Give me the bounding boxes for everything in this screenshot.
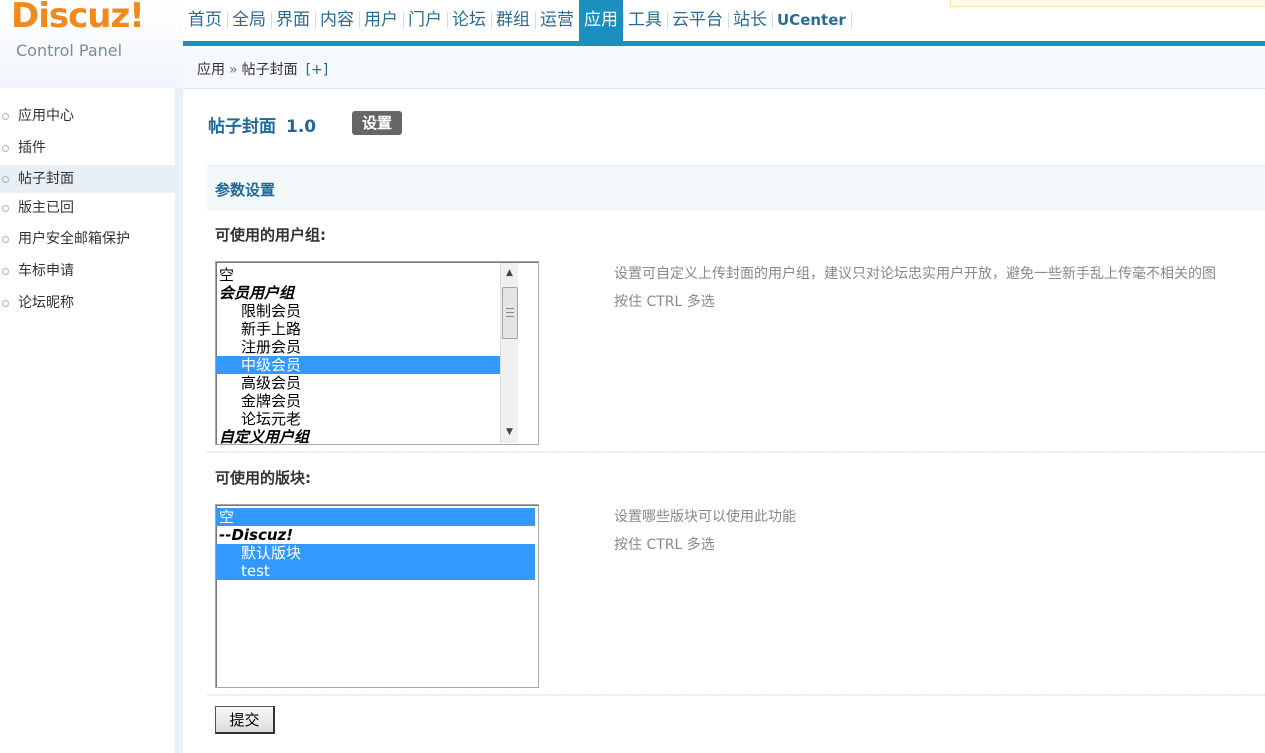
- nav-item-portal[interactable]: 门户: [403, 0, 448, 41]
- tab-settings[interactable]: 设置: [352, 111, 402, 135]
- nav-item-global[interactable]: 全局: [227, 0, 272, 41]
- scroll-up-arrow-icon[interactable]: ▲: [501, 265, 518, 282]
- usergroups-hint-description: 设置可自定义上传封面的用户组，建议只对论坛忠实用户开放，避免一些新手乱上传毫不相…: [614, 266, 1216, 282]
- logo-subtitle: Control Panel: [16, 41, 123, 60]
- usergroup-option[interactable]: 新手上路: [216, 320, 538, 338]
- usergroup-option[interactable]: 金牌会员: [216, 392, 538, 410]
- usergroups-scrollbar[interactable]: ▲ ▼: [500, 263, 518, 443]
- breadcrumb-separator: »: [229, 62, 238, 78]
- nav-item-cloud[interactable]: 云平台: [667, 0, 729, 41]
- scroll-down-arrow-icon[interactable]: ▼: [501, 424, 518, 441]
- nav-item-webmaster[interactable]: 站长: [728, 0, 773, 41]
- usergroups-multiselect[interactable]: 空 会员用户组 限制会员 新手上路 注册会员 中级会员 高级会员 金牌会员 论坛…: [215, 261, 539, 445]
- usergroup-option[interactable]: 论坛元老: [216, 410, 538, 428]
- sidebar-item-app-center[interactable]: 应用中心: [0, 105, 175, 137]
- usergroups-hint-ctrl: 按住 CTRL 多选: [614, 294, 715, 310]
- forum-option-selected[interactable]: test: [216, 562, 535, 580]
- forums-label: 可使用的版块:: [215, 469, 311, 487]
- notice-strip: [950, 0, 1265, 7]
- add-shortcut-link[interactable]: [+]: [306, 62, 329, 78]
- sidebar-item-car-badge[interactable]: 车标申请: [0, 260, 175, 292]
- submit-button[interactable]: 提交: [215, 706, 275, 734]
- logo-brand: Discuz!: [11, 0, 145, 36]
- logo-brand-bang: !: [129, 0, 144, 36]
- forums-hint-description: 设置哪些版块可以使用此功能: [614, 509, 796, 525]
- breadcrumb-bar: 应用» 帖子封面 [+]: [183, 46, 1265, 89]
- logo-brand-text: Discuz: [11, 0, 130, 36]
- row-divider: [207, 694, 1265, 696]
- nav-item-apps[interactable]: 应用: [579, 0, 624, 41]
- nav-item-ucenter[interactable]: UCenter: [772, 0, 852, 41]
- breadcrumb-root[interactable]: 应用: [197, 62, 225, 78]
- sidebar-item-plugins[interactable]: 插件: [0, 137, 175, 169]
- usergroup-option[interactable]: 高级会员: [216, 374, 538, 392]
- usergroup-option[interactable]: 空: [216, 266, 538, 284]
- main-content: 帖子封面 1.0 设置 参数设置 可使用的用户组: 空 会员用户组 限制会员 新手…: [207, 88, 1265, 753]
- breadcrumb-current: 帖子封面: [241, 62, 298, 78]
- usergroups-label: 可使用的用户组:: [215, 226, 326, 244]
- forum-option-selected[interactable]: 默认版块: [216, 544, 535, 562]
- section-title: 参数设置: [215, 181, 276, 199]
- nav-item-operation[interactable]: 运营: [535, 0, 580, 41]
- usergroup-optgroup: 自定义用户组: [219, 428, 310, 445]
- forums-multiselect[interactable]: 空 --Discuz! 默认版块 test: [215, 504, 539, 688]
- nav-item-forum[interactable]: 论坛: [447, 0, 492, 41]
- nav-item-content[interactable]: 内容: [315, 0, 360, 41]
- nav-item-tools[interactable]: 工具: [623, 0, 668, 41]
- usergroup-optgroup: 会员用户组: [219, 284, 295, 302]
- row-divider: [207, 451, 1265, 453]
- usergroup-option[interactable]: 注册会员: [216, 338, 538, 356]
- plugin-name: 帖子封面: [208, 117, 276, 137]
- sidebar-item-thread-cover[interactable]: 帖子封面: [0, 165, 175, 194]
- forums-hint: 设置哪些版块可以使用此功能 按住 CTRL 多选: [614, 503, 796, 559]
- sidebar: 应用中心 插件 帖子封面 版主已回 用户安全邮箱保护 车标申请 论坛昵称: [0, 88, 183, 753]
- plugin-title: 帖子封面 1.0: [208, 112, 316, 137]
- sidebar-item-secure-email[interactable]: 用户安全邮箱保护: [0, 228, 175, 260]
- forum-optgroup: --Discuz!: [219, 526, 294, 544]
- usergroup-option-selected[interactable]: 中级会员: [216, 356, 514, 374]
- forum-option-selected[interactable]: 空: [216, 508, 535, 526]
- usergroups-hint: 设置可自定义上传封面的用户组，建议只对论坛忠实用户开放，避免一些新手乱上传毫不相…: [614, 260, 1216, 316]
- nav-item-user[interactable]: 用户: [359, 0, 404, 41]
- breadcrumb: 应用» 帖子封面 [+]: [197, 59, 328, 79]
- nav-item-group[interactable]: 群组: [491, 0, 536, 41]
- sidebar-item-forum-nickname[interactable]: 论坛昵称: [0, 292, 175, 324]
- sidebar-rail: [175, 88, 183, 753]
- section-header: 参数设置: [207, 165, 1265, 211]
- usergroup-option[interactable]: 限制会员: [216, 302, 538, 320]
- nav-item-home[interactable]: 首页: [183, 0, 228, 41]
- logo[interactable]: Discuz! Control Panel: [0, 0, 183, 88]
- scroll-thumb[interactable]: [502, 287, 518, 339]
- sidebar-item-moderator-replied[interactable]: 版主已回: [0, 197, 175, 229]
- plugin-version: 1.0: [286, 117, 317, 137]
- nav-item-style[interactable]: 界面: [271, 0, 316, 41]
- forums-hint-ctrl: 按住 CTRL 多选: [614, 537, 715, 553]
